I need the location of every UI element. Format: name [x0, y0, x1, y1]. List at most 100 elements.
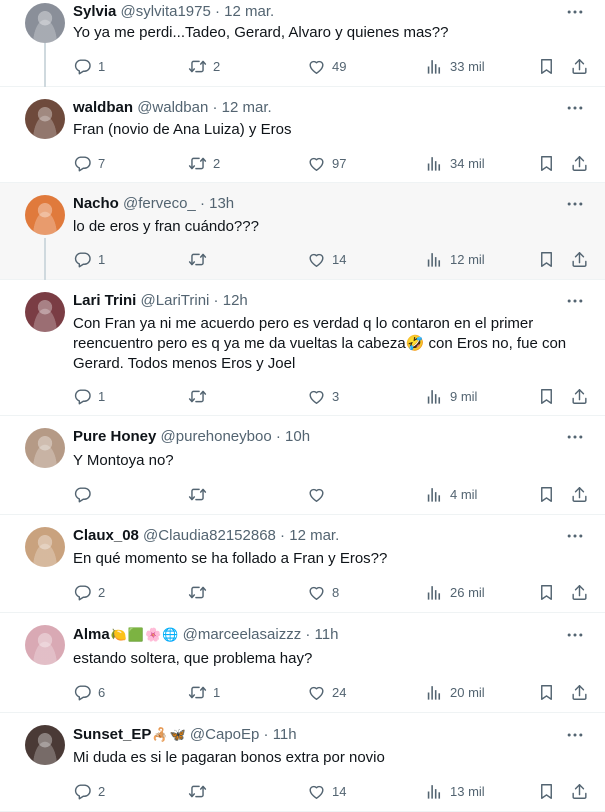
tweet[interactable]: Lari Trini @LariTrini · 12h Con Fran ya n… — [0, 280, 605, 416]
avatar[interactable] — [25, 428, 65, 468]
display-name[interactable]: Pure Honey — [73, 428, 156, 445]
timestamp[interactable]: 13h — [209, 195, 234, 212]
like-button[interactable]: 24 — [307, 682, 346, 702]
bookmark-button[interactable] — [537, 781, 556, 801]
display-name[interactable]: Sunset_EP — [73, 726, 151, 743]
tweet[interactable]: waldban @waldban · 12 mar. Fran (novio de… — [0, 87, 605, 183]
more-icon[interactable] — [564, 625, 586, 645]
avatar[interactable] — [25, 527, 65, 567]
retweet-button[interactable] — [188, 484, 213, 504]
more-icon[interactable] — [564, 98, 586, 118]
user-handle[interactable]: @ferveco_ — [123, 195, 196, 212]
timestamp[interactable]: 12 mar. — [222, 99, 272, 116]
avatar[interactable] — [25, 292, 65, 332]
share-button[interactable] — [570, 484, 589, 504]
reply-button[interactable] — [73, 484, 98, 504]
user-handle[interactable]: @Claudia82152868 — [143, 527, 276, 544]
share-button[interactable] — [570, 682, 589, 702]
bookmark-button[interactable] — [537, 386, 556, 406]
retweet-button[interactable] — [188, 781, 213, 801]
views-button[interactable]: 26 mil — [425, 582, 485, 602]
like-button[interactable]: 97 — [307, 153, 346, 173]
avatar[interactable] — [25, 99, 65, 139]
retweet-button[interactable]: 2 — [188, 56, 220, 76]
bookmark-button[interactable] — [537, 56, 556, 76]
views-button[interactable]: 13 mil — [425, 781, 485, 801]
user-handle[interactable]: @waldban — [137, 99, 208, 116]
retweet-button[interactable]: 2 — [188, 153, 220, 173]
retweet-button[interactable] — [188, 582, 213, 602]
thread-connector — [44, 238, 46, 280]
tweet[interactable]: Nacho @ferveco_ · 13h lo de eros y fran c… — [0, 183, 605, 280]
heart-icon — [307, 683, 326, 702]
avatar[interactable] — [25, 625, 65, 665]
heart-icon — [307, 782, 326, 801]
share-button[interactable] — [570, 249, 589, 269]
avatar[interactable] — [25, 195, 65, 235]
reply-button[interactable]: 2 — [73, 582, 105, 602]
timestamp[interactable]: 12 mar. — [224, 3, 274, 20]
display-name[interactable]: Sylvia — [73, 3, 116, 20]
more-icon[interactable] — [564, 427, 586, 447]
avatar[interactable] — [25, 3, 65, 43]
like-button[interactable]: 49 — [307, 56, 346, 76]
reply-button[interactable]: 1 — [73, 386, 105, 406]
timestamp[interactable]: 12 mar. — [289, 527, 339, 544]
views-button[interactable]: 20 mil — [425, 682, 485, 702]
display-name[interactable]: waldban — [73, 99, 133, 116]
display-name[interactable]: Nacho — [73, 195, 119, 212]
bookmark-button[interactable] — [537, 484, 556, 504]
more-icon[interactable] — [564, 725, 586, 745]
timestamp[interactable]: 12h — [223, 292, 248, 309]
like-button[interactable]: 14 — [307, 781, 346, 801]
more-icon[interactable] — [564, 2, 586, 22]
share-button[interactable] — [570, 153, 589, 173]
retweet-button[interactable] — [188, 249, 213, 269]
reply-button[interactable]: 6 — [73, 682, 105, 702]
tweet[interactable]: Sylvia @sylvita1975 · 12 mar. Yo ya me pe… — [0, 0, 605, 87]
timestamp[interactable]: 11h — [315, 626, 339, 643]
display-name[interactable]: Lari Trini — [73, 292, 136, 309]
reply-button[interactable]: 1 — [73, 249, 105, 269]
bookmark-button[interactable] — [537, 682, 556, 702]
bookmark-button[interactable] — [537, 153, 556, 173]
display-name[interactable]: Claux_08 — [73, 527, 139, 544]
bookmark-button[interactable] — [537, 582, 556, 602]
views-button[interactable]: 33 mil — [425, 56, 485, 76]
tweet[interactable]: Claux_08 @Claudia82152868 · 12 mar. En qu… — [0, 515, 605, 613]
views-button[interactable]: 12 mil — [425, 249, 485, 269]
user-handle[interactable]: @purehoneyboo — [161, 428, 272, 445]
views-button[interactable]: 4 mil — [425, 484, 477, 504]
like-button[interactable]: 14 — [307, 249, 346, 269]
views-button[interactable]: 9 mil — [425, 386, 477, 406]
share-button[interactable] — [570, 386, 589, 406]
user-handle[interactable]: @sylvita1975 — [121, 3, 211, 20]
user-handle[interactable]: @CapoEp — [190, 726, 259, 743]
share-button[interactable] — [570, 56, 589, 76]
retweet-button[interactable] — [188, 386, 213, 406]
tweet[interactable]: Sunset_EP🦂🦋 @CapoEp · 11h Mi duda es si l… — [0, 713, 605, 812]
retweet-button[interactable]: 1 — [188, 682, 220, 702]
like-button[interactable]: 3 — [307, 386, 339, 406]
user-handle[interactable]: @marceelasaizzz — [183, 626, 302, 643]
reply-button[interactable]: 7 — [73, 153, 105, 173]
tweet[interactable]: Pure Honey @purehoneyboo · 10h Y Montoya … — [0, 416, 605, 515]
action-bar: 2 14 13 mil — [73, 781, 589, 801]
like-button[interactable] — [307, 484, 332, 504]
timestamp[interactable]: 10h — [285, 428, 310, 445]
timestamp[interactable]: 11h — [273, 726, 297, 743]
user-handle[interactable]: @LariTrini — [141, 292, 210, 309]
tweet[interactable]: Alma🍋🟩🌸🌐 @marceelasaizzz · 11h estando so… — [0, 613, 605, 713]
more-icon[interactable] — [564, 194, 586, 214]
bookmark-button[interactable] — [537, 249, 556, 269]
share-button[interactable] — [570, 582, 589, 602]
views-button[interactable]: 34 mil — [425, 153, 485, 173]
like-button[interactable]: 8 — [307, 582, 339, 602]
display-name[interactable]: Alma — [73, 626, 110, 643]
avatar[interactable] — [25, 725, 65, 765]
reply-button[interactable]: 1 — [73, 56, 105, 76]
reply-button[interactable]: 2 — [73, 781, 105, 801]
more-icon[interactable] — [564, 526, 586, 546]
share-button[interactable] — [570, 781, 589, 801]
more-icon[interactable] — [564, 291, 586, 311]
